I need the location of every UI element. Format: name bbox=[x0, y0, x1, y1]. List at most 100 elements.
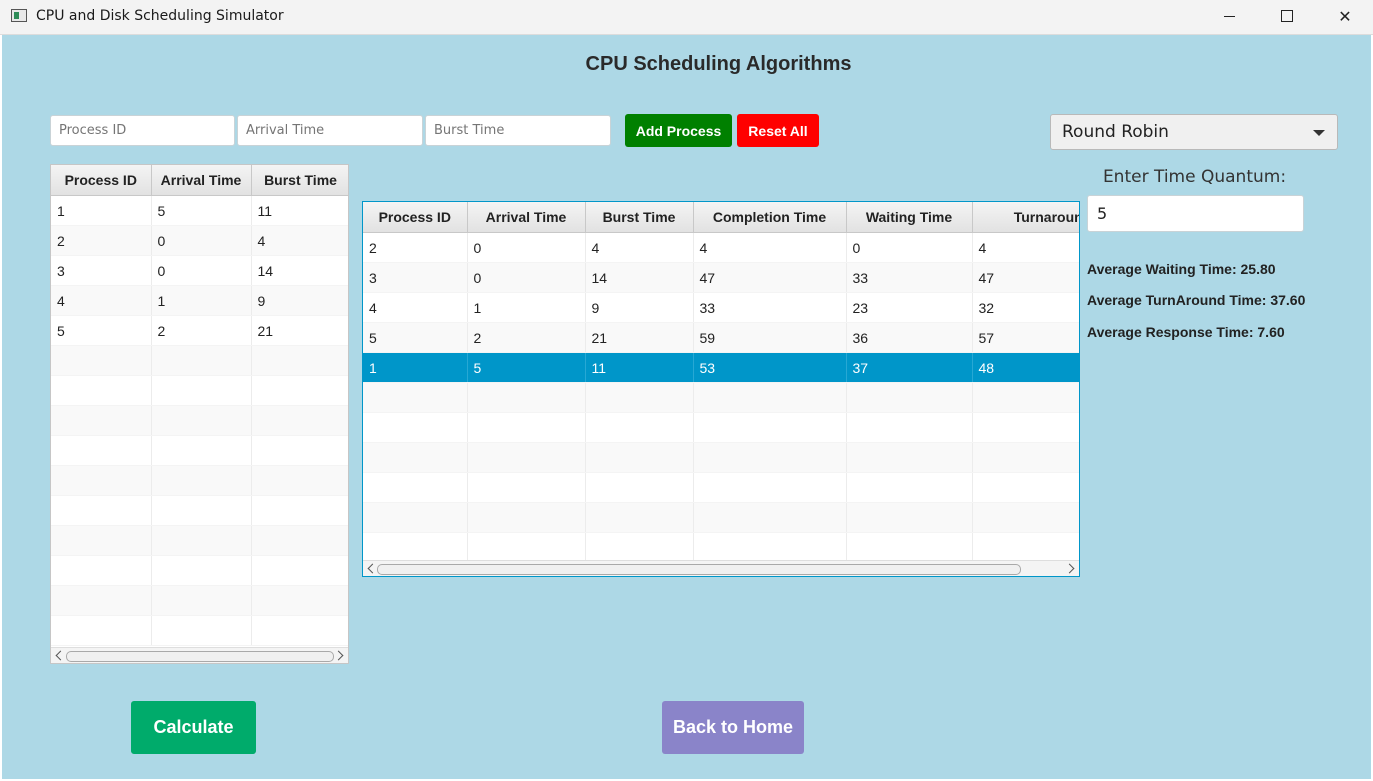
table-row[interactable]: 419 bbox=[51, 285, 348, 316]
table-cell: 1 bbox=[363, 352, 468, 383]
empty-table-row[interactable] bbox=[51, 585, 348, 616]
column-header[interactable]: Waiting Time bbox=[846, 202, 973, 233]
table-cell bbox=[972, 502, 1079, 533]
maximize-button[interactable] bbox=[1258, 0, 1316, 32]
empty-table-row[interactable] bbox=[363, 412, 1079, 443]
empty-table-row[interactable] bbox=[51, 495, 348, 526]
table-cell: 2 bbox=[151, 315, 252, 346]
table-row[interactable]: 204 bbox=[51, 225, 348, 256]
table-cell bbox=[251, 435, 348, 466]
table-row[interactable]: 3 0 14 bbox=[51, 255, 348, 286]
table-row[interactable]: 5 2 21 59 36 57 bbox=[363, 322, 1079, 353]
horizontal-scrollbar[interactable] bbox=[51, 647, 348, 663]
table-row[interactable]: 204404 bbox=[363, 232, 1079, 263]
algorithm-select[interactable]: Round Robin bbox=[1050, 114, 1338, 150]
table-cell bbox=[51, 495, 152, 526]
table-cell bbox=[251, 555, 348, 586]
table-row[interactable]: 5 2 21 bbox=[51, 315, 348, 346]
empty-table-row[interactable] bbox=[363, 382, 1079, 413]
table-cell bbox=[693, 442, 847, 473]
empty-table-row[interactable] bbox=[51, 615, 348, 646]
table-row[interactable]: 1 5 11 bbox=[51, 195, 348, 226]
scroll-left-icon[interactable] bbox=[367, 563, 378, 574]
table-cell bbox=[251, 465, 348, 496]
table-cell bbox=[972, 382, 1079, 413]
column-header[interactable]: Turnaround bbox=[972, 202, 1079, 233]
table-cell bbox=[51, 375, 152, 406]
column-header[interactable]: Burst Time bbox=[585, 202, 694, 233]
close-button[interactable]: ✕ bbox=[1316, 0, 1373, 32]
average-turnaround-time: Average TurnAround Time: 37.60 bbox=[1087, 292, 1306, 308]
table-cell: 3 bbox=[51, 255, 152, 286]
table-cell bbox=[151, 585, 252, 616]
table-row[interactable]: 3 0 14 47 33 47 bbox=[363, 262, 1079, 293]
scheduling-result-table[interactable]: Process ID Arrival Time Burst Time Completi… bbox=[362, 201, 1080, 577]
column-header[interactable]: Arrival Time bbox=[151, 165, 252, 196]
empty-table-row[interactable] bbox=[363, 502, 1079, 533]
table-cell bbox=[585, 532, 694, 563]
table-cell: 2 bbox=[467, 322, 586, 353]
scroll-left-icon[interactable] bbox=[55, 650, 66, 661]
empty-table-row[interactable] bbox=[363, 532, 1079, 563]
table-cell bbox=[467, 412, 586, 443]
table-cell bbox=[846, 382, 973, 413]
scrollbar-thumb[interactable] bbox=[377, 564, 1021, 575]
column-header[interactable]: Completion Time bbox=[693, 202, 847, 233]
empty-table-row[interactable] bbox=[51, 345, 348, 376]
maximize-icon bbox=[1281, 10, 1293, 22]
column-header[interactable]: Arrival Time bbox=[467, 202, 586, 233]
page-title: CPU Scheduling Algorithms bbox=[585, 53, 852, 75]
calculate-button[interactable]: Calculate bbox=[131, 701, 256, 754]
table-cell: 4 bbox=[363, 292, 468, 323]
table-cell bbox=[693, 412, 847, 443]
table-row[interactable]: 1 5 11 53 37 48 bbox=[363, 352, 1079, 383]
table-cell: 5 bbox=[363, 322, 468, 353]
empty-table-row[interactable] bbox=[363, 442, 1079, 473]
table-cell bbox=[151, 465, 252, 496]
table-cell bbox=[251, 525, 348, 556]
column-header[interactable]: Process ID bbox=[51, 165, 152, 196]
table-cell: 48 bbox=[972, 352, 1079, 383]
add-process-button[interactable]: Add Process bbox=[625, 114, 732, 147]
table-cell bbox=[251, 615, 348, 646]
process-input-table[interactable]: Process ID Arrival Time Burst Time 1 5 11 2 0 4… bbox=[50, 164, 349, 664]
app-icon bbox=[11, 9, 27, 22]
scrollbar-thumb[interactable] bbox=[66, 651, 334, 662]
table-cell: 0 bbox=[151, 225, 252, 256]
table-cell bbox=[467, 472, 586, 503]
minimize-button[interactable] bbox=[1200, 0, 1258, 32]
scroll-right-icon[interactable] bbox=[333, 650, 344, 661]
table-cell: 47 bbox=[972, 262, 1079, 293]
empty-table-row[interactable] bbox=[51, 435, 348, 466]
table-cell bbox=[151, 345, 252, 376]
table-cell: 37 bbox=[846, 352, 973, 383]
empty-table-row[interactable] bbox=[51, 465, 348, 496]
table-row[interactable]: 4 1 9 33 23 32 bbox=[363, 292, 1079, 323]
burst-time-input[interactable] bbox=[425, 115, 611, 146]
table-cell: 3 bbox=[363, 262, 468, 293]
table-cell bbox=[693, 502, 847, 533]
column-header[interactable]: Burst Time bbox=[251, 165, 348, 196]
empty-table-row[interactable] bbox=[51, 525, 348, 556]
empty-table-row[interactable] bbox=[363, 472, 1079, 503]
table-cell bbox=[51, 465, 152, 496]
process-id-input[interactable] bbox=[50, 115, 235, 146]
arrival-time-input[interactable] bbox=[237, 115, 423, 146]
empty-table-row[interactable] bbox=[51, 375, 348, 406]
table-cell: 53 bbox=[693, 352, 847, 383]
table-cell bbox=[363, 502, 468, 533]
scroll-right-icon[interactable] bbox=[1064, 563, 1075, 574]
table-cell bbox=[51, 435, 152, 466]
time-quantum-input[interactable]: 5 bbox=[1087, 195, 1304, 232]
table-cell: 2 bbox=[363, 232, 468, 263]
empty-table-row[interactable] bbox=[51, 405, 348, 436]
empty-table-row[interactable] bbox=[51, 555, 348, 586]
close-icon: ✕ bbox=[1338, 6, 1352, 26]
table-cell: 33 bbox=[846, 262, 973, 293]
horizontal-scrollbar[interactable] bbox=[363, 560, 1079, 576]
table-cell: 0 bbox=[467, 232, 586, 263]
table-cell bbox=[846, 412, 973, 443]
reset-all-button[interactable]: Reset All bbox=[737, 114, 819, 147]
column-header[interactable]: Process ID bbox=[363, 202, 468, 233]
back-to-home-button[interactable]: Back to Home bbox=[662, 701, 804, 754]
